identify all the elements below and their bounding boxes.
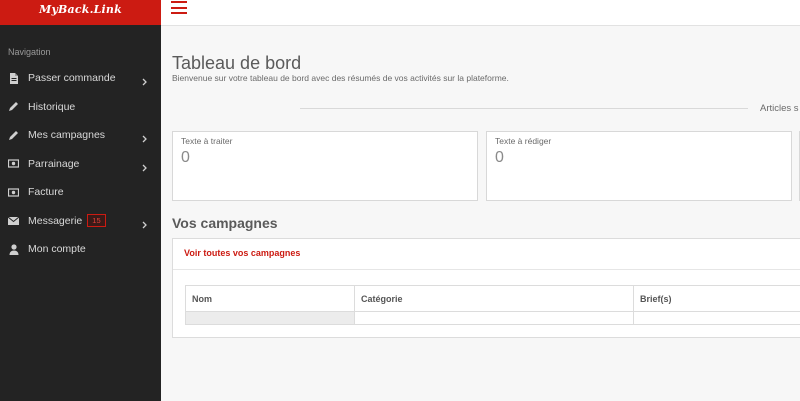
table-cell [185, 311, 355, 325]
panel-divider [173, 269, 800, 270]
sidebar: MyBack.Link Navigation Passer commande H… [0, 0, 161, 401]
column-header-nom[interactable]: Nom [185, 285, 355, 312]
stat-label: Texte à rédiger [495, 136, 552, 146]
pencil-icon [8, 130, 19, 141]
money-icon [8, 158, 19, 169]
column-header-briefs[interactable]: Brief(s) [633, 285, 800, 312]
sidebar-item-historique[interactable]: Historique [0, 93, 161, 122]
sidebar-item-label: Facture [28, 186, 64, 199]
campaigns-table: Nom Catégorie Brief(s) [185, 285, 800, 325]
sidebar-item-label: Passer commande [28, 72, 116, 85]
sidebar-item-label: Parrainage [28, 157, 80, 170]
stat-value: 0 [181, 149, 190, 166]
table-cell [354, 311, 634, 325]
page-subtitle: Bienvenue sur votre tableau de bord avec… [172, 73, 509, 83]
column-header-categorie[interactable]: Catégorie [354, 285, 634, 312]
table-row [185, 311, 800, 325]
sidebar-item-passer-commande[interactable]: Passer commande [0, 64, 161, 93]
sidebar-item-label: Historique [28, 100, 76, 113]
view-all-campaigns-link[interactable]: Voir toutes vos campagnes [184, 248, 300, 258]
hamburger-icon[interactable] [171, 1, 187, 14]
nav-list: Passer commande Historique Mes campagnes… [0, 64, 161, 264]
table-cell [633, 311, 800, 325]
chevron-right-icon [142, 130, 147, 148]
pencil-icon [8, 101, 19, 112]
sidebar-item-mes-campagnes[interactable]: Mes campagnes [0, 121, 161, 150]
sidebar-item-facture[interactable]: Facture [0, 178, 161, 207]
stat-card-texte-a-rediger: Texte à rédiger 0 [486, 131, 792, 201]
stat-card-texte-a-traiter: Texte à traiter 0 [172, 131, 478, 201]
sidebar-item-messagerie[interactable]: Messagerie 15 [0, 207, 161, 236]
logo[interactable]: MyBack.Link [0, 0, 161, 25]
campaigns-title: Vos campagnes [172, 215, 278, 231]
stat-label: Texte à traiter [181, 136, 233, 146]
sidebar-item-parrainage[interactable]: Parrainage [0, 150, 161, 179]
chevron-right-icon [142, 73, 147, 91]
sidebar-item-label: Mon compte [28, 243, 86, 256]
page-title: Tableau de bord [172, 53, 302, 73]
chevron-right-icon [142, 159, 147, 177]
unread-badge: 15 [87, 214, 106, 228]
chevron-right-icon [142, 216, 147, 234]
sidebar-item-label: Messagerie [28, 214, 83, 227]
logo-text: MyBack.Link [39, 3, 122, 16]
nav-heading: Navigation [8, 47, 51, 57]
campaigns-panel: Voir toutes vos campagnes Nom Catégorie … [172, 238, 800, 338]
section-divider [300, 108, 748, 109]
sidebar-item-mon-compte[interactable]: Mon compte [0, 235, 161, 264]
top-bar [161, 0, 800, 26]
stat-value: 0 [495, 149, 504, 166]
sidebar-item-label: Mes campagnes [28, 129, 106, 142]
document-icon [8, 72, 19, 84]
user-icon [8, 244, 19, 255]
money-icon [8, 187, 19, 198]
divider-label: Articles s [760, 103, 799, 114]
envelope-icon [8, 215, 19, 226]
table-header-row: Nom Catégorie Brief(s) [185, 285, 800, 312]
